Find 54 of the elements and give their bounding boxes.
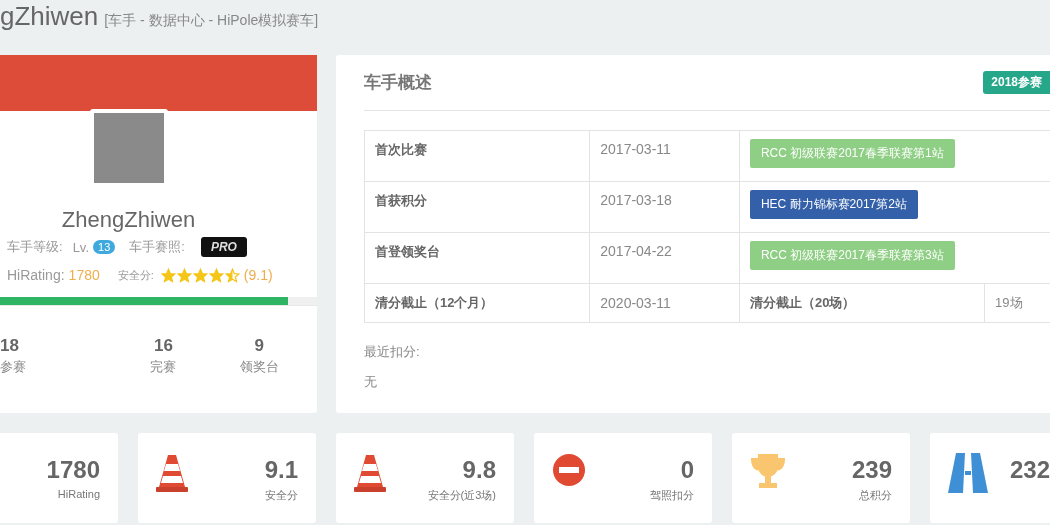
level-prefix: Lv. (72, 239, 89, 255)
safety-value: (9.1) (243, 267, 273, 283)
star-icon (224, 267, 240, 283)
stat-card-label: 安全分(近3场) (427, 488, 496, 503)
stat-value: 18 (0, 336, 20, 356)
overview-title: 车手概述 (364, 72, 432, 94)
table-cell: 2017-03-11 (589, 130, 740, 182)
star-icon (160, 267, 176, 283)
star-icon (208, 267, 224, 283)
stat-card-value: 9.8 (461, 456, 496, 484)
season-badge: 2018参赛 (983, 71, 1050, 94)
rating-label: HiRating: (7, 267, 65, 283)
stat-label: 参赛 (0, 358, 27, 376)
level-badge: 13 (93, 240, 116, 254)
stat-value: 9 (253, 336, 265, 356)
table-cell: 清分截止（12个月） (364, 283, 590, 323)
stat-card-value: 1780 (46, 456, 100, 484)
safety-label: 安全分: (117, 267, 154, 283)
table-cell: 首登领奖台 (364, 232, 590, 284)
license-badge: PRO (200, 237, 247, 257)
table-cell: 首获积分 (364, 181, 590, 233)
table-cell: 2020-03-11 (589, 283, 740, 323)
stat-card-label: HiRating (56, 488, 100, 500)
page-title: gZhiwen (0, 0, 99, 32)
stat-card-value: 239 (851, 456, 892, 484)
table-cell: 2017-04-22 (589, 232, 740, 284)
table-cell: 清分截止（20场） (739, 283, 985, 323)
table-cell: 2017-03-18 (589, 181, 740, 233)
recent-deduction-label: 最近扣分: (364, 343, 421, 361)
traffic-cone-icon (354, 453, 386, 493)
recent-deduction-value: 无 (364, 373, 378, 391)
event-tag[interactable]: RCC 初级联赛2017春季联赛第3站 (749, 241, 955, 270)
stat-value: 16 (153, 336, 174, 356)
page-subtitle: [车手 - 数据中心 - HiPole模拟赛车] (104, 12, 319, 30)
stat-card-label: 安全分 (264, 488, 298, 503)
stat-card-value: 232 (1009, 456, 1050, 484)
stat-label: 完赛 (149, 358, 178, 376)
stat-card-value: 0 (679, 456, 694, 484)
driver-name: ZhengZhiwen (60, 207, 197, 233)
license-label: 车手赛照: (129, 238, 185, 256)
star-icon (192, 267, 208, 283)
stat-card-label: 驾照扣分 (650, 488, 694, 503)
road-icon (948, 453, 988, 493)
table-cell: 首次比赛 (364, 130, 590, 182)
rating-value: 1780 (68, 267, 100, 283)
traffic-cone-icon (156, 453, 188, 493)
event-tag[interactable]: RCC 初级联赛2017春季联赛第1站 (749, 139, 955, 168)
event-tag[interactable]: HEC 耐力锦标赛2017第2站 (749, 190, 918, 219)
level-label: 车手等级: (7, 238, 63, 256)
no-entry-icon (552, 453, 586, 487)
star-icon (176, 267, 192, 283)
stat-card-value: 9.1 (264, 456, 298, 484)
stat-label: 领奖台 (238, 358, 280, 376)
stat-card-label: 总积分 (858, 488, 892, 503)
